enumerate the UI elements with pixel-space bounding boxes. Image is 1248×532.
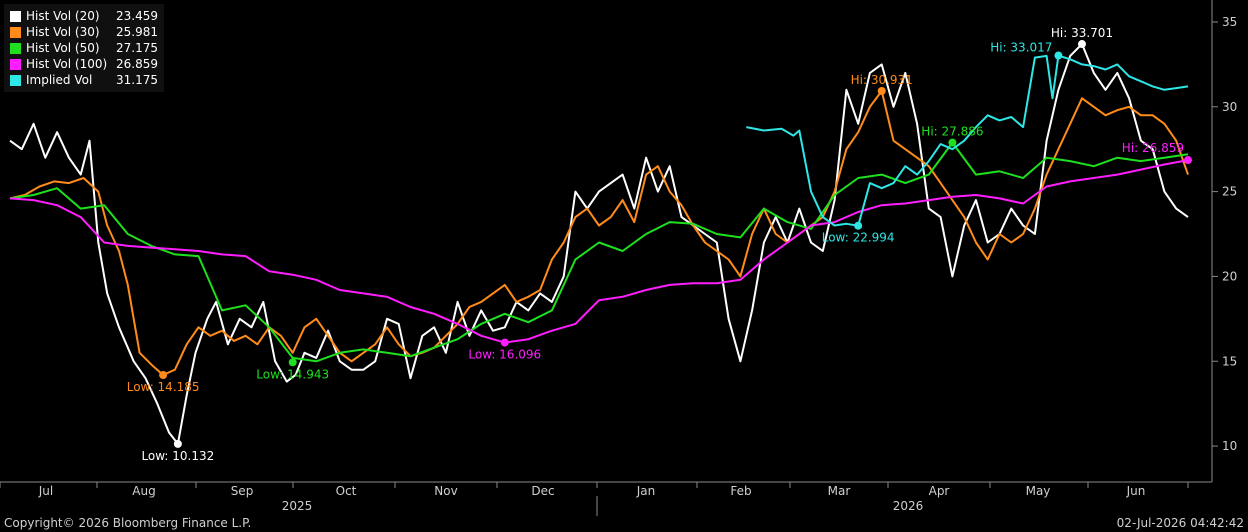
legend-value: 25.981 [116, 25, 158, 39]
annotation-label: Hi: 33.701 [1051, 26, 1113, 40]
x-tick-label: Sep [231, 484, 254, 498]
y-tick-label: 25 [1222, 185, 1237, 199]
legend-value: 23.459 [116, 9, 158, 23]
legend-item[interactable]: Implied Vol 31.175 [10, 72, 158, 88]
x-tick-label: Aug [132, 484, 155, 498]
x-tick-label: Oct [336, 484, 357, 498]
annotation-label: Hi: 30.931 [851, 73, 913, 87]
legend-item[interactable]: Hist Vol (50) 27.175 [10, 40, 158, 56]
x-tick-label: Nov [434, 484, 457, 498]
chart-legend: Hist Vol (20) 23.459 Hist Vol (30) 25.98… [4, 4, 164, 92]
legend-value: 26.859 [116, 57, 158, 71]
legend-label: Hist Vol (20) [26, 9, 100, 23]
x-tick-label: Apr [929, 484, 950, 498]
x-tick-label: Mar [828, 484, 851, 498]
y-tick-label: 30 [1222, 100, 1237, 114]
legend-label: Hist Vol (50) [26, 41, 100, 55]
x-tick-label: Dec [531, 484, 554, 498]
annotation-marker [173, 439, 182, 448]
annotation-label: Low: 14.185 [127, 380, 200, 394]
copyright-text: Copyright© 2026 Bloomberg Finance L.P. [4, 516, 252, 530]
legend-swatch [10, 26, 21, 38]
annotation-marker [288, 358, 297, 367]
legend-value: 31.175 [116, 73, 158, 87]
annotation-label: Low: 16.096 [468, 348, 541, 362]
legend-swatch [10, 58, 21, 70]
x-tick-label: Feb [730, 484, 751, 498]
annotation-marker [1184, 156, 1192, 165]
timestamp-text: 02-Jul-2026 04:42:42 [1116, 516, 1244, 530]
x-tick-label: Jun [1126, 484, 1146, 498]
year-label: 2026 [893, 499, 924, 513]
annotation-marker [854, 221, 863, 230]
legend-item[interactable]: Hist Vol (30) 25.981 [10, 24, 158, 40]
x-tick-label: Jul [38, 484, 53, 498]
volatility-chart: 10 15 20 25 30 35 Jul Aug Sep Oct Nov Dec Jan Feb Mar A… [0, 0, 1248, 532]
legend-label: Hist Vol (100) [26, 57, 108, 71]
legend-label: Implied Vol [26, 73, 93, 87]
annotation-label: Low: 22.994 [822, 231, 895, 245]
legend-swatch [10, 74, 21, 86]
legend-label: Hist Vol (30) [26, 25, 100, 39]
x-tick-label: May [1026, 484, 1051, 498]
annotation-label: Hi: 26.859 [1122, 141, 1184, 155]
legend-item[interactable]: Hist Vol (20) 23.459 [10, 8, 158, 24]
annotation-label: Low: 10.132 [141, 449, 214, 463]
legend-value: 27.175 [116, 41, 158, 55]
series-line [9, 159, 1189, 344]
legend-swatch [10, 10, 21, 22]
annotation-marker [500, 338, 509, 347]
legend-item[interactable]: Hist Vol (100) 26.859 [10, 56, 158, 72]
y-tick-label: 15 [1222, 354, 1237, 368]
year-label: 2025 [282, 499, 313, 513]
series-line [9, 141, 1189, 363]
x-tick-label: Jan [636, 484, 656, 498]
annotation-marker [1054, 51, 1063, 60]
annotation-label: Low: 14.943 [256, 367, 329, 381]
series-line [9, 90, 1189, 376]
chart-canvas: 101520253035Jul Aug Sep Oct Nov Dec Jan Feb Mar A… [0, 0, 1237, 516]
annotation-marker [159, 370, 168, 379]
y-tick-label: 10 [1222, 439, 1237, 453]
annotation-label: Hi: 33.017 [990, 41, 1052, 55]
y-tick-label: 35 [1222, 15, 1237, 29]
y-tick-label: 20 [1222, 269, 1237, 283]
annotation-marker [877, 87, 886, 96]
legend-swatch [10, 42, 21, 54]
annotation-label: Hi: 27.886 [921, 125, 983, 139]
annotation-marker [1077, 40, 1086, 49]
annotation-marker [948, 138, 957, 147]
